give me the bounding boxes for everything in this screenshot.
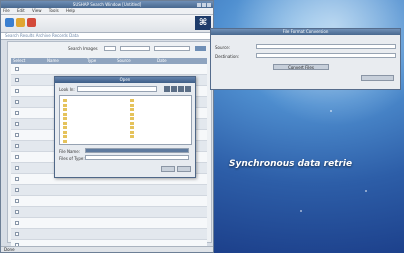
table-row[interactable]	[11, 218, 207, 229]
file-column-1	[63, 98, 68, 143]
dialog-titlebar[interactable]: Open	[55, 77, 195, 83]
menu-help[interactable]: Help	[66, 8, 75, 13]
page-range-field[interactable]	[120, 46, 150, 51]
row-checkbox[interactable]	[15, 100, 19, 104]
toolbar: ⌘	[1, 15, 213, 33]
sparkle	[365, 190, 367, 192]
page-field[interactable]	[104, 46, 116, 51]
row-checkbox[interactable]	[15, 89, 19, 93]
up-folder-icon[interactable]	[164, 86, 170, 92]
row-checkbox[interactable]	[15, 188, 19, 192]
file-type-label: Files of Type:	[59, 156, 85, 161]
file-name-input[interactable]	[85, 148, 189, 153]
destination-label: Destination:	[215, 54, 240, 59]
look-in-label: Look In:	[59, 87, 75, 92]
row-checkbox[interactable]	[15, 67, 19, 71]
new-folder-icon[interactable]	[171, 86, 177, 92]
menu-view[interactable]: View	[32, 8, 42, 13]
convert-button[interactable]: Convert Files	[273, 64, 329, 70]
home-icon[interactable]	[16, 18, 25, 27]
row-checkbox[interactable]	[15, 166, 19, 170]
table-row[interactable]	[11, 229, 207, 240]
row-checkbox[interactable]	[15, 177, 19, 181]
table-row[interactable]	[11, 185, 207, 196]
row-checkbox[interactable]	[15, 155, 19, 159]
tagline: Synchronous data retrie	[229, 159, 353, 169]
back-icon[interactable]	[5, 18, 14, 27]
go-button[interactable]	[195, 46, 206, 51]
menu-edit[interactable]: Edit	[17, 8, 25, 13]
main-titlebar[interactable]: SUSHAP Search Window [Untitled]	[1, 1, 213, 8]
row-checkbox[interactable]	[15, 78, 19, 82]
details-view-icon[interactable]	[185, 86, 191, 92]
row-checkbox[interactable]	[15, 210, 19, 214]
folder-icon	[130, 135, 134, 138]
search-field[interactable]	[154, 46, 190, 51]
table-row[interactable]	[11, 196, 207, 207]
row-checkbox[interactable]	[15, 221, 19, 225]
folder-item[interactable]	[130, 134, 135, 139]
folder-icon	[63, 139, 67, 143]
address-bar[interactable]: Search Results Archive Records Data	[1, 33, 213, 40]
stop-icon[interactable]	[27, 18, 36, 27]
row-checkbox[interactable]	[15, 122, 19, 126]
conversion-window: File Format Conversion Source: Destinati…	[210, 28, 401, 90]
menu-tools[interactable]: Tools	[49, 8, 59, 13]
open-button[interactable]	[161, 166, 175, 172]
menu-bar: File Edit View Tools Help	[1, 8, 213, 15]
row-checkbox[interactable]	[15, 111, 19, 115]
source-input[interactable]	[256, 44, 396, 49]
list-view-icon[interactable]	[178, 86, 184, 92]
row-checkbox[interactable]	[15, 199, 19, 203]
folder-item[interactable]	[63, 139, 68, 144]
row-checkbox[interactable]	[15, 144, 19, 148]
row-checkbox[interactable]	[15, 232, 19, 236]
app-logo: ⌘	[195, 16, 211, 30]
file-type-select[interactable]	[85, 155, 189, 160]
pager-row: Search Images	[68, 46, 206, 52]
maximize-icon[interactable]	[202, 3, 206, 7]
file-column-2	[130, 98, 135, 139]
pager-label: Search Images	[68, 46, 98, 51]
destination-input[interactable]	[256, 53, 396, 58]
dialog-toolbar	[163, 86, 191, 93]
file-name-label: File Name:	[59, 149, 81, 154]
main-window-title: SUSHAP Search Window [Untitled]	[72, 2, 142, 7]
sparkle	[330, 110, 332, 112]
open-file-dialog: Open Look In: File Name: Files of Type:	[54, 76, 196, 178]
conversion-titlebar[interactable]: File Format Conversion	[211, 29, 400, 35]
table-row[interactable]	[11, 207, 207, 218]
conversion-title: File Format Conversion	[282, 29, 329, 34]
minimize-icon[interactable]	[197, 3, 201, 7]
close-icon[interactable]	[207, 3, 211, 7]
close-button[interactable]	[361, 75, 394, 81]
cancel-button[interactable]	[177, 166, 191, 172]
dialog-title: Open	[119, 77, 131, 82]
file-list[interactable]	[59, 95, 192, 145]
look-in-select[interactable]	[77, 86, 157, 92]
table-row[interactable]	[11, 64, 207, 75]
row-checkbox[interactable]	[15, 133, 19, 137]
menu-file[interactable]: File	[3, 8, 10, 13]
source-label: Source:	[215, 45, 231, 50]
status-bar: Done	[1, 246, 213, 252]
sparkle	[300, 210, 302, 212]
